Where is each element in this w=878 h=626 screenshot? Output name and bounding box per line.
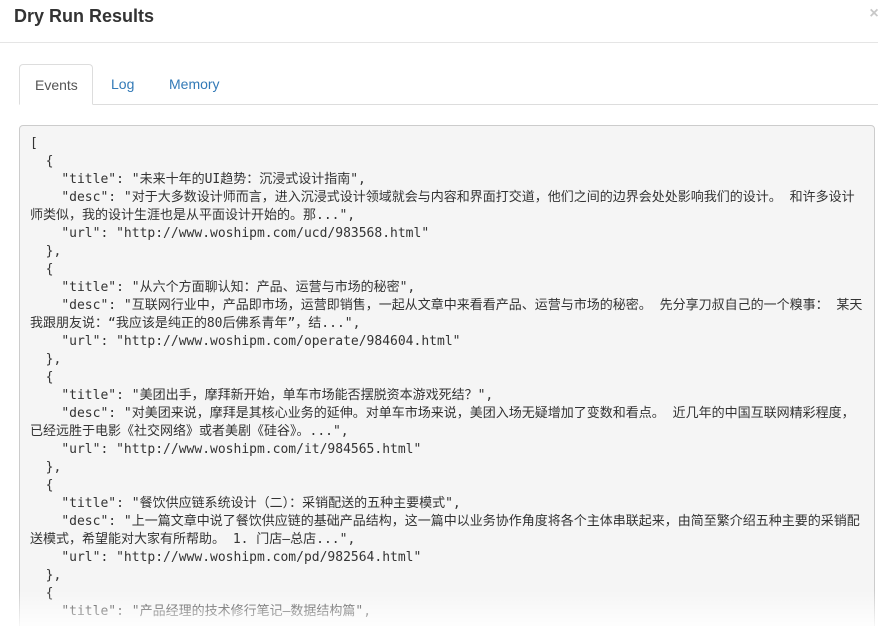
results-tabs: Events Log Memory	[19, 64, 878, 105]
close-icon[interactable]: ×	[868, 5, 878, 23]
modal-title: Dry Run Results	[14, 6, 155, 26]
dry-run-results-modal: Dry Run Results × Events Log Memory [ { …	[0, 0, 878, 626]
tab-events[interactable]: Events	[19, 64, 93, 105]
modal-header: Dry Run Results ×	[0, 0, 878, 43]
tab-log[interactable]: Log	[96, 64, 149, 105]
events-json-output: [ { "title": "未来十年的UI趋势：沉浸式设计指南", "desc"…	[19, 125, 875, 626]
tab-memory[interactable]: Memory	[154, 64, 235, 105]
